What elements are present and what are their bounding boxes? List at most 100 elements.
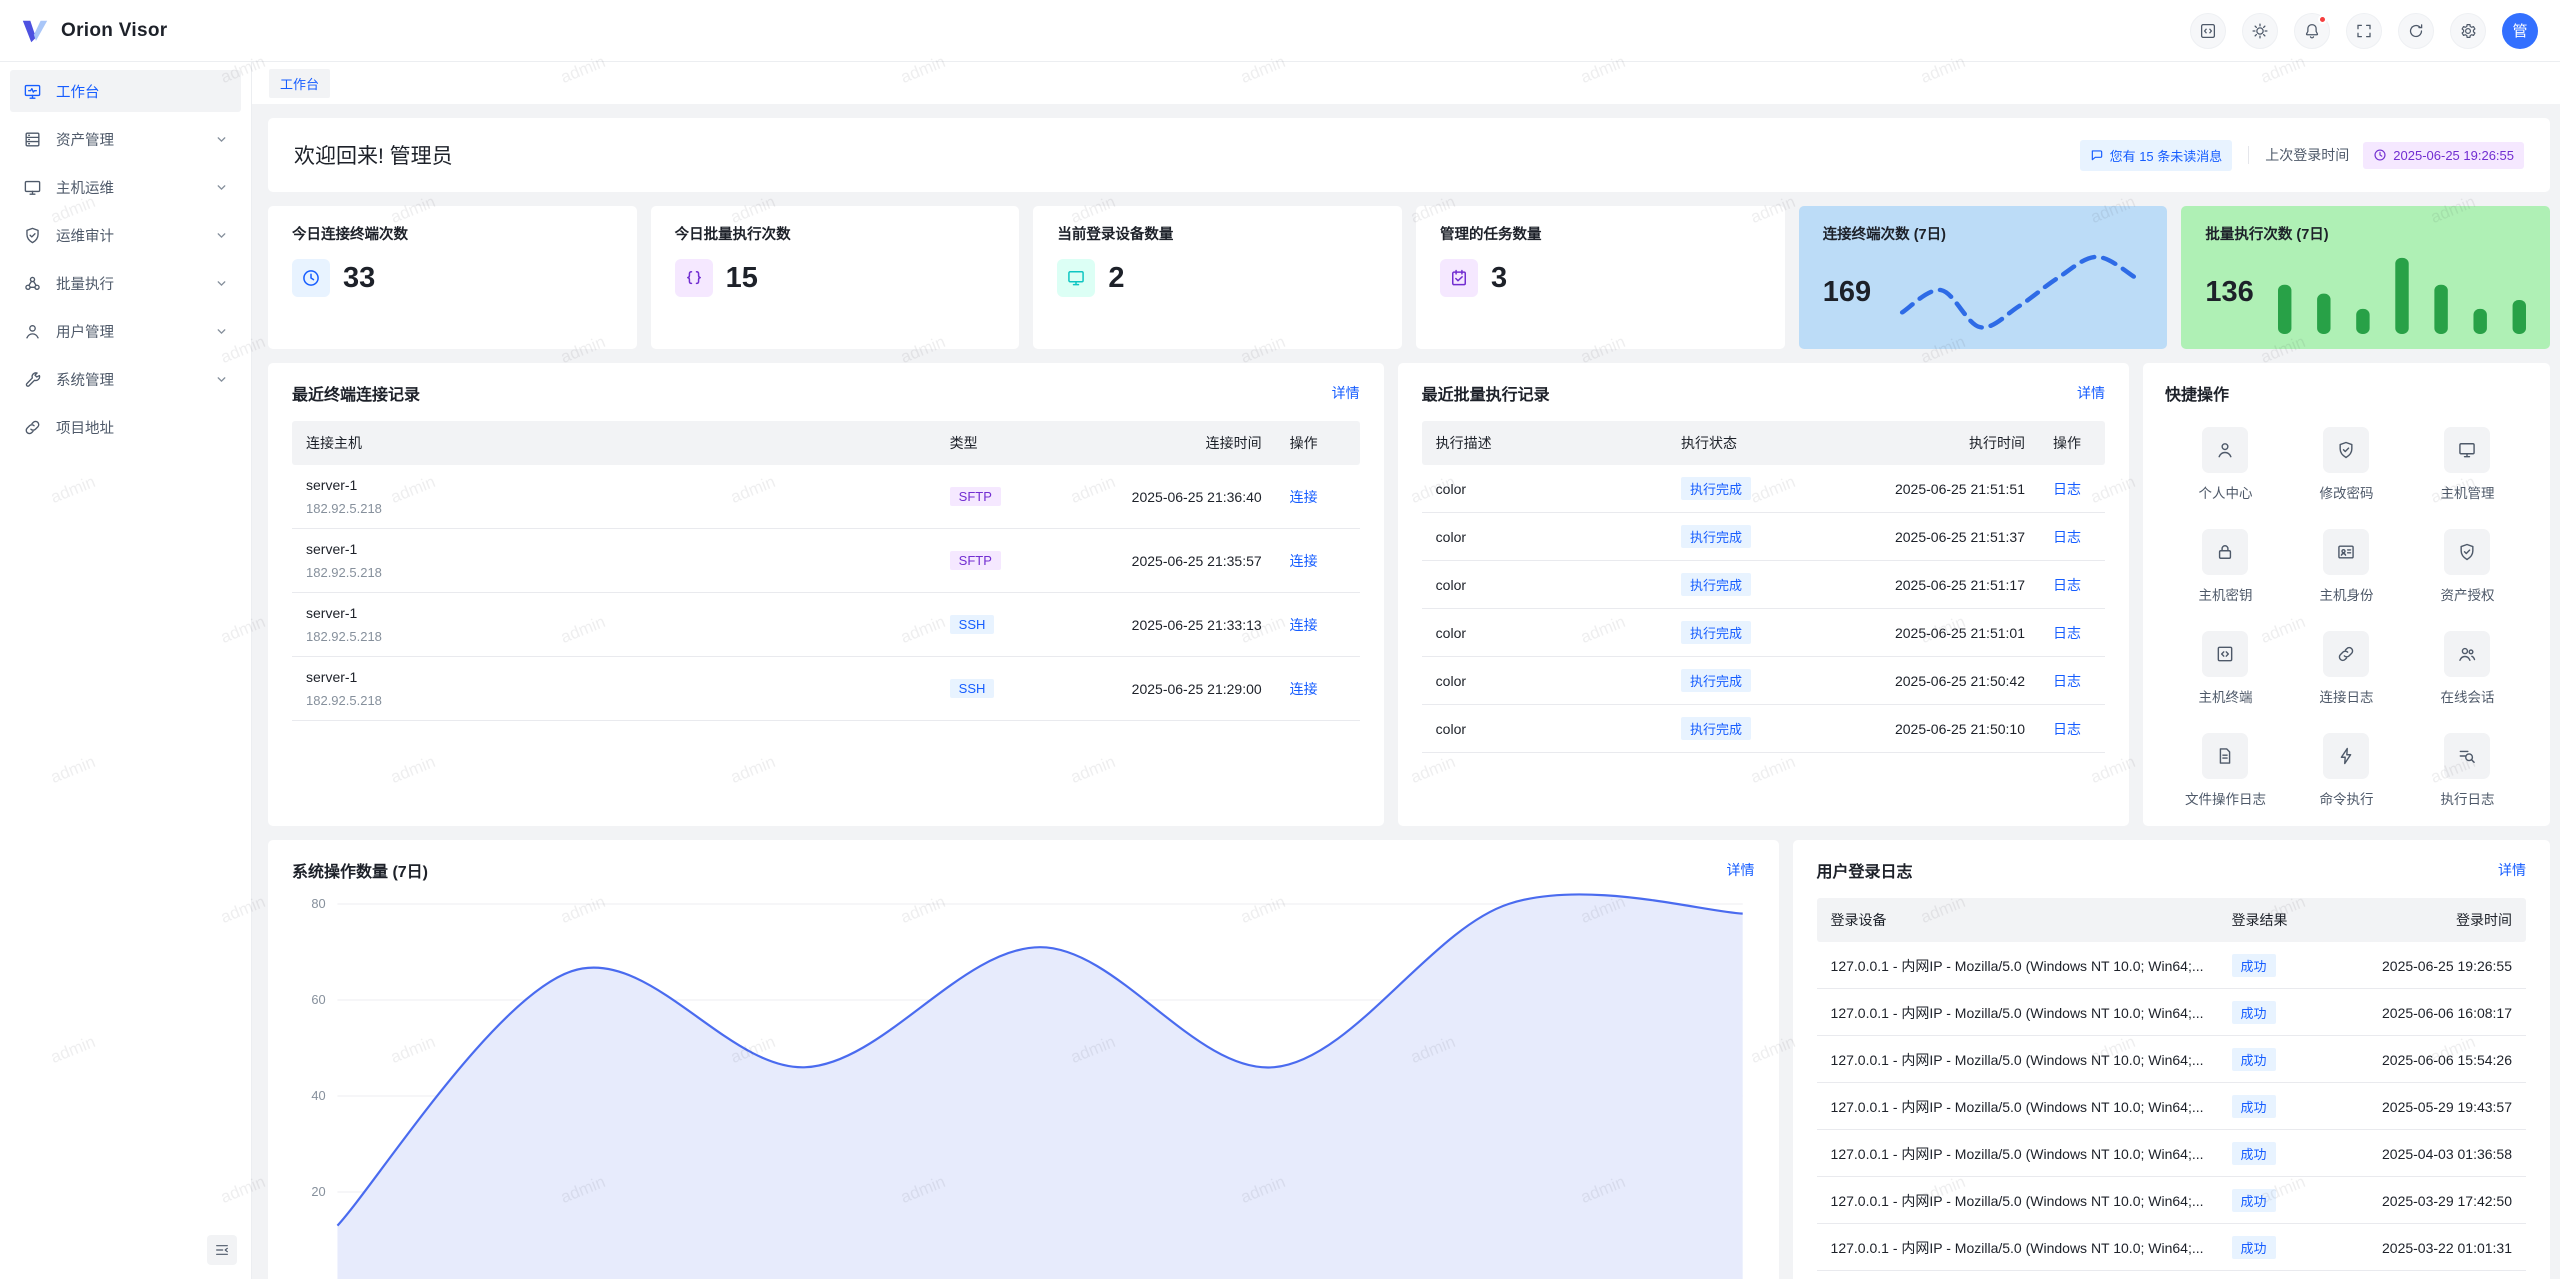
refresh-button[interactable] bbox=[2398, 13, 2434, 49]
exec-status-tag: 执行完成 bbox=[1681, 525, 1751, 548]
stat-card-tasks: 管理的任务数量 3 bbox=[1416, 206, 1785, 349]
host-ip: 182.92.5.218 bbox=[306, 565, 922, 580]
quick-action-change-password[interactable]: 修改密码 bbox=[2286, 427, 2407, 502]
batch-row: color 执行完成 2025-06-25 21:51:37 日志 bbox=[1422, 513, 2105, 561]
log-link[interactable]: 日志 bbox=[2053, 481, 2081, 497]
sidebar-item-workbench[interactable]: 工作台 bbox=[10, 70, 241, 112]
notifications-button[interactable] bbox=[2294, 13, 2330, 49]
shield-check-icon bbox=[2444, 529, 2490, 575]
stat-card-login-devices: 当前登录设备数量 2 bbox=[1033, 206, 1402, 349]
login-device: 127.0.0.1 - 内网IP - Mozilla/5.0 (Windows … bbox=[1817, 1271, 2218, 1279]
shield-check-icon bbox=[2323, 427, 2369, 473]
sidebar-item-batch-exec[interactable]: 批量执行 bbox=[10, 262, 241, 304]
app-header: Orion Visor 管 bbox=[0, 0, 2560, 62]
settings-button[interactable] bbox=[2450, 13, 2486, 49]
exec-time: 2025-06-25 21:51:01 bbox=[1809, 609, 2039, 657]
code-button[interactable] bbox=[2190, 13, 2226, 49]
quick-action-online-sessions[interactable]: 在线会话 bbox=[2407, 631, 2528, 706]
quick-action-command-execution[interactable]: 命令执行 bbox=[2286, 733, 2407, 808]
login-detail-link[interactable]: 详情 bbox=[2498, 860, 2526, 880]
card-title: 最近批量执行记录 bbox=[1422, 381, 1550, 405]
code-icon bbox=[2199, 22, 2217, 40]
sidebar-item-users[interactable]: 用户管理 bbox=[10, 310, 241, 352]
fullscreen-button[interactable] bbox=[2346, 13, 2382, 49]
terminal-detail-link[interactable]: 详情 bbox=[1332, 383, 1360, 403]
clock-icon bbox=[2373, 148, 2387, 162]
table-header-row: 连接主机 类型 连接时间 操作 bbox=[292, 421, 1360, 465]
chart-title: 系统操作数量 (7日) bbox=[292, 858, 428, 882]
login-row: 127.0.0.1 - 内网IP - Mozilla/5.0 (Windows … bbox=[1817, 1271, 2526, 1279]
system-operations-chart: 0204060802025-06-192025-06-202025-06-212… bbox=[292, 890, 1755, 1279]
batch-executions-card: 最近批量执行记录 详情 执行描述 执行状态 执行时间 操作 bbox=[1398, 363, 2129, 826]
breadcrumb-item-workbench[interactable]: 工作台 bbox=[269, 69, 330, 98]
stat-label: 管理的任务数量 bbox=[1440, 223, 1761, 244]
connect-time: 2025-06-25 21:35:57 bbox=[1046, 529, 1276, 593]
log-link[interactable]: 日志 bbox=[2053, 529, 2081, 545]
stat-value: 136 bbox=[2205, 276, 2253, 309]
exec-status-tag: 执行完成 bbox=[1681, 477, 1751, 500]
log-link[interactable]: 日志 bbox=[2053, 577, 2081, 593]
exec-time: 2025-06-25 21:50:42 bbox=[1809, 657, 2039, 705]
quick-action-label: 资产授权 bbox=[2440, 584, 2494, 604]
quick-action-host-management[interactable]: 主机管理 bbox=[2407, 427, 2528, 502]
user-icon bbox=[2202, 427, 2248, 473]
sidebar-item-host-ops[interactable]: 主机运维 bbox=[10, 166, 241, 208]
sidebar-item-system[interactable]: 系统管理 bbox=[10, 358, 241, 400]
monitor-icon bbox=[1057, 259, 1095, 297]
unread-messages-badge[interactable]: 您有 15 条未读消息 bbox=[2080, 140, 2233, 171]
col-status: 执行状态 bbox=[1667, 421, 1809, 465]
connect-link[interactable]: 连接 bbox=[1290, 553, 1318, 569]
connect-link[interactable]: 连接 bbox=[1290, 617, 1318, 633]
terminal-connections-table: 连接主机 类型 连接时间 操作 server-1182.92.5.218 SFT… bbox=[292, 421, 1360, 721]
login-device: 127.0.0.1 - 内网IP - Mozilla/5.0 (Windows … bbox=[1817, 1130, 2218, 1177]
connect-link[interactable]: 连接 bbox=[1290, 489, 1318, 505]
sidebar-item-project-url[interactable]: 项目地址 bbox=[10, 406, 241, 448]
host-ip: 182.92.5.218 bbox=[306, 629, 922, 644]
sidebar-item-label: 项目地址 bbox=[56, 417, 114, 438]
quick-action-host-terminal[interactable]: 主机终端 bbox=[2165, 631, 2286, 706]
quick-action-execution-logs[interactable]: 执行日志 bbox=[2407, 733, 2528, 808]
connect-link[interactable]: 连接 bbox=[1290, 681, 1318, 697]
user-avatar[interactable]: 管 bbox=[2502, 13, 2538, 49]
sidebar-item-audit[interactable]: 运维审计 bbox=[10, 214, 241, 256]
quick-actions-card: 快捷操作 个人中心 修改密码 主机管理 bbox=[2143, 363, 2550, 826]
login-time: 2025-03-22 00:42:34 bbox=[2327, 1271, 2526, 1279]
log-link[interactable]: 日志 bbox=[2053, 673, 2081, 689]
exec-status-tag: 执行完成 bbox=[1681, 573, 1751, 596]
login-log-card: 用户登录日志 详情 登录设备 登录结果 登录时间 bbox=[1793, 840, 2550, 1279]
message-icon bbox=[2090, 148, 2104, 162]
login-row: 127.0.0.1 - 内网IP - Mozilla/5.0 (Windows … bbox=[1817, 1083, 2526, 1130]
theme-button[interactable] bbox=[2242, 13, 2278, 49]
terminal-connections-sparkline bbox=[1895, 250, 2143, 334]
chart-detail-link[interactable]: 详情 bbox=[1727, 860, 1755, 880]
login-row: 127.0.0.1 - 内网IP - Mozilla/5.0 (Windows … bbox=[1817, 1177, 2526, 1224]
quick-action-host-identity[interactable]: 主机身份 bbox=[2286, 529, 2407, 604]
unread-messages-text: 您有 15 条未读消息 bbox=[2110, 146, 2223, 165]
stat-value: 15 bbox=[726, 262, 758, 295]
app-logo[interactable]: Orion Visor bbox=[0, 16, 167, 46]
log-link[interactable]: 日志 bbox=[2053, 625, 2081, 641]
col-desc: 执行描述 bbox=[1422, 421, 1667, 465]
quick-action-host-keys[interactable]: 主机密钥 bbox=[2165, 529, 2286, 604]
log-link[interactable]: 日志 bbox=[2053, 721, 2081, 737]
batch-detail-link[interactable]: 详情 bbox=[2077, 383, 2105, 403]
sidebar-collapse-button[interactable] bbox=[207, 1235, 237, 1265]
bell-icon bbox=[2303, 22, 2321, 40]
login-time: 2025-03-22 01:01:31 bbox=[2327, 1224, 2526, 1271]
quick-action-label: 主机身份 bbox=[2319, 584, 2373, 604]
terminal-connections-card: 最近终端连接记录 详情 连接主机 类型 连接时间 操作 bbox=[268, 363, 1384, 826]
server-icon bbox=[23, 130, 42, 149]
quick-action-file-operation-logs[interactable]: 文件操作日志 bbox=[2165, 733, 2286, 808]
sidebar-item-assets[interactable]: 资产管理 bbox=[10, 118, 241, 160]
braces-icon bbox=[675, 259, 713, 297]
quick-action-personal-center[interactable]: 个人中心 bbox=[2165, 427, 2286, 502]
monitor-icon bbox=[23, 178, 42, 197]
quick-action-label: 执行日志 bbox=[2440, 788, 2494, 808]
login-time: 2025-05-29 19:43:57 bbox=[2327, 1083, 2526, 1130]
quick-action-connection-logs[interactable]: 连接日志 bbox=[2286, 631, 2407, 706]
wrench-icon bbox=[23, 370, 42, 389]
quick-action-asset-authorization[interactable]: 资产授权 bbox=[2407, 529, 2528, 604]
stats-row: 今日连接终端次数 33 今日批量执行次数 15 当前登录设备数量 bbox=[268, 206, 2550, 349]
divider bbox=[2248, 146, 2249, 164]
refresh-icon bbox=[2407, 22, 2425, 40]
